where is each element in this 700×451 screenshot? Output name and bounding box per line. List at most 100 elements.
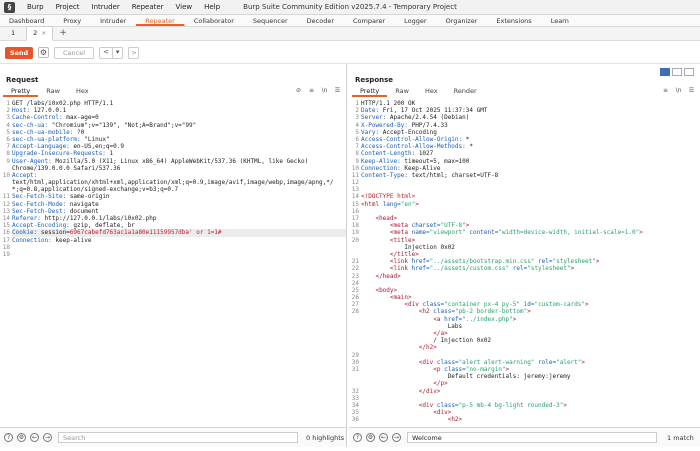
tab-sequencer[interactable]: Sequencer [244, 15, 298, 26]
repeater-tab-1[interactable]: 1 [4, 26, 22, 41]
line-number: 8 [6, 150, 10, 158]
wrap-icon[interactable]: ≡ [307, 86, 316, 95]
tab-raw[interactable]: Raw [387, 87, 417, 97]
code-text: Sec-Fetch-Dest: document [12, 207, 99, 215]
search-input[interactable]: Search [58, 432, 298, 443]
newline-icon[interactable]: \n [320, 86, 329, 95]
menu-project[interactable]: Project [50, 0, 86, 15]
line-number: 2 [6, 107, 10, 115]
code-line: 17 Connection: keep-alive [0, 237, 346, 244]
tab-collaborator[interactable]: Collaborator [185, 15, 244, 26]
code-line: 7 Accept-Language: en-US,en;q=0.9 [0, 143, 346, 150]
repeater-tab-2[interactable]: 2 × [26, 26, 54, 41]
help-icon[interactable]: ? [353, 433, 362, 442]
chevron-right-icon[interactable]: > [128, 46, 140, 59]
code-text: </title> [389, 250, 419, 258]
tab-dashboard[interactable]: Dashboard [0, 15, 54, 26]
code-text: </a> [433, 330, 448, 337]
menu-intruder[interactable]: Intruder [86, 0, 126, 15]
line-number [349, 373, 361, 380]
send-button[interactable]: Send [5, 46, 33, 59]
code-line: 25 <body> [349, 287, 700, 294]
tab-hex[interactable]: Hex [68, 87, 97, 97]
menu-icon[interactable]: ☰ [333, 86, 342, 95]
history-back-group: < ▾ [99, 46, 124, 59]
menu-help[interactable]: Help [198, 0, 226, 15]
code-line: 3 Server: Apache/2.4.54 (Debian) [349, 114, 700, 121]
code-line: 18 [0, 244, 346, 251]
layout-single-icon[interactable] [684, 68, 694, 76]
layout-stacked-icon[interactable] [672, 68, 682, 76]
add-tab-icon[interactable]: + [59, 27, 67, 40]
line-number: 11 [351, 171, 359, 179]
tab-decoder[interactable]: Decoder [298, 15, 344, 26]
arrow-right-icon[interactable]: → [43, 433, 52, 442]
line-number: 4 [355, 121, 359, 129]
code-text: Labs [361, 322, 463, 330]
line-number: 12 [351, 179, 359, 187]
code-text: Cache-Control: max-age=0 [12, 114, 99, 122]
tab-raw[interactable]: Raw [38, 87, 68, 97]
code-line: 15 <html lang="en"> [349, 201, 700, 208]
arrow-left-icon[interactable]: ← [379, 433, 388, 442]
line-number: 32 [351, 387, 359, 395]
code-text: Sec-Fetch-Mode: navigate [12, 200, 99, 208]
code-line: 5 Vary: Accept-Encoding [349, 129, 700, 136]
cancel-button[interactable]: Cancel [54, 46, 94, 59]
tab-logger[interactable]: Logger [395, 15, 436, 26]
line-number [349, 251, 361, 258]
response-editor[interactable]: 1 HTTP/1.1 200 OK 2 Date: Fri, 17 Oct 2025 … [349, 100, 700, 427]
code-text: <main> [389, 294, 412, 302]
tab-intruder[interactable]: Intruder [91, 15, 136, 26]
code-line: 2 Date: Fri, 17 Oct 2025 11:37:34 GMT [349, 107, 700, 114]
newline-icon[interactable]: \n [674, 86, 683, 95]
code-text: <link href="../assets/custom.css" rel="s… [389, 265, 575, 273]
code-line: 19 <meta name="viewport" content="width=… [349, 229, 700, 236]
hide-icon[interactable]: ⊘ [294, 86, 303, 95]
code-text: *;q=0.8,application/signed-exchange;v=b3… [12, 186, 179, 194]
code-line: 17 <head> [349, 215, 700, 222]
menu-icon[interactable]: ☰ [687, 86, 696, 95]
menu-view[interactable]: View [170, 0, 199, 15]
line-number: 17 [2, 236, 10, 244]
response-view-tabs: Pretty Raw Hex Render [349, 87, 485, 97]
tab-comparer[interactable]: Comparer [344, 15, 395, 26]
settings-icon[interactable]: ⚙ [366, 433, 375, 442]
wrap-icon[interactable]: ≡ [661, 86, 670, 95]
line-number [349, 244, 361, 251]
request-controls: Send ⚙ Cancel < ▾ > [0, 42, 700, 64]
line-number [0, 186, 12, 193]
search-input[interactable]: Welcome [407, 432, 657, 443]
tab-render[interactable]: Render [446, 87, 485, 97]
code-text: text/html,application/xhtml+xml,applicat… [12, 179, 334, 187]
tab-extensions[interactable]: Extensions [487, 15, 541, 26]
close-icon[interactable]: × [41, 27, 46, 40]
tab-proxy[interactable]: Proxy [54, 15, 91, 26]
request-editor[interactable]: 1 GET /labs/i0x02.php HTTP/1.1 2 Host: 127.… [0, 100, 346, 427]
code-line: Default credentials: jeremy:jeremy [349, 373, 700, 380]
tab-pretty[interactable]: Pretty [352, 87, 388, 97]
menu-burp[interactable]: Burp [21, 0, 50, 15]
code-text: HTTP/1.1 200 OK [361, 100, 416, 107]
tab-repeater[interactable]: Repeater [136, 15, 185, 26]
tab-learn[interactable]: Learn [542, 15, 579, 26]
help-icon[interactable]: ? [4, 433, 13, 442]
menu-repeater[interactable]: Repeater [126, 0, 170, 15]
gear-icon[interactable]: ⚙ [38, 47, 49, 58]
tab-organizer[interactable]: Organizer [437, 15, 488, 26]
tab-pretty[interactable]: Pretty [3, 87, 39, 97]
arrow-right-icon[interactable]: → [392, 433, 401, 442]
chevron-down-icon[interactable]: ▾ [113, 47, 123, 58]
tab-hex[interactable]: Hex [417, 87, 446, 97]
chevron-left-icon[interactable]: < [100, 47, 112, 58]
settings-icon[interactable]: ⚙ [17, 433, 26, 442]
code-line: 23 </head> [349, 273, 700, 280]
arrow-left-icon[interactable]: ← [30, 433, 39, 442]
tool-tabs: Dashboard Proxy Intruder Repeater Collaborat… [0, 15, 700, 27]
code-text: <a href="../index.php"> [433, 315, 517, 323]
code-line: Labs [349, 323, 700, 330]
line-number: 18 [2, 243, 10, 251]
layout-side-by-side-icon[interactable] [660, 68, 670, 76]
code-line: 16 Cookie: session=6967cabefd763ac1a1a80e… [0, 229, 346, 237]
line-number: 22 [351, 265, 359, 273]
